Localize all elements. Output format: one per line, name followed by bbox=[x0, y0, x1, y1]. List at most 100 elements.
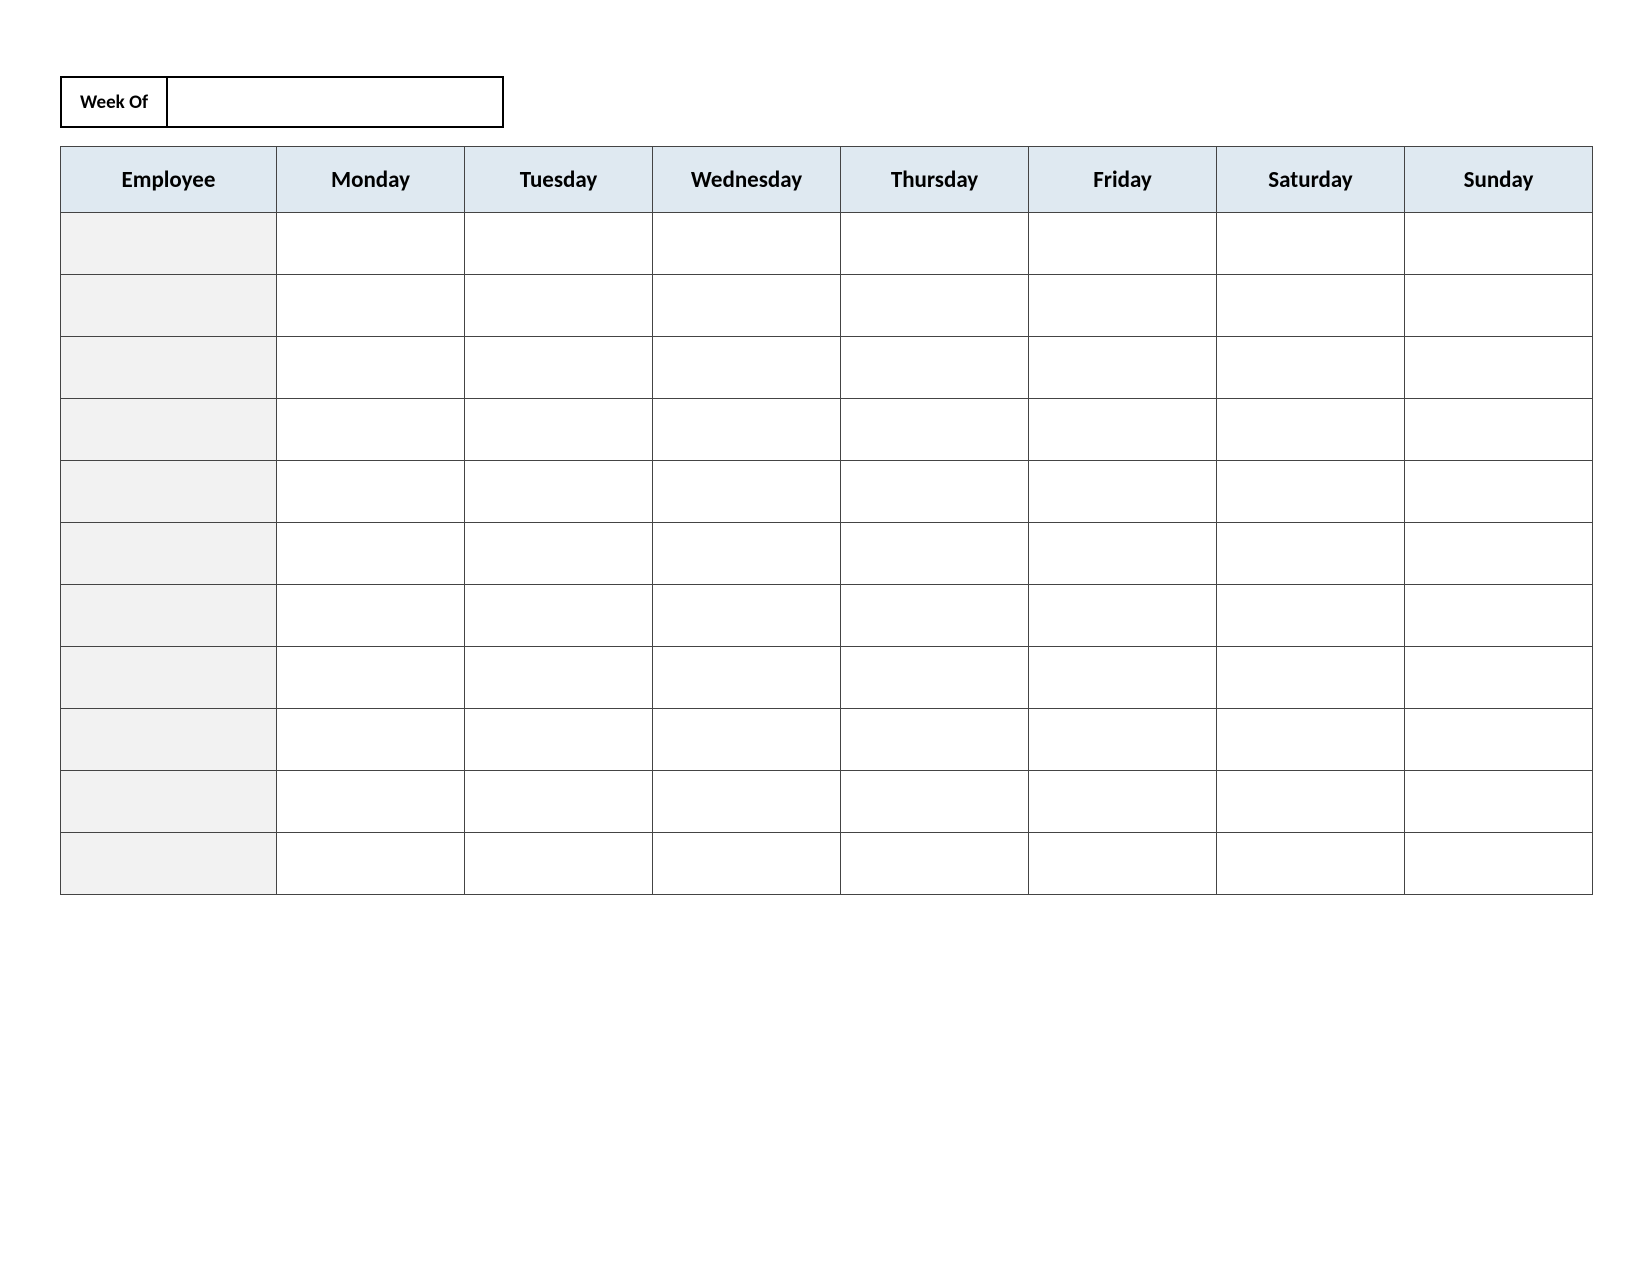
day-cell[interactable] bbox=[277, 275, 465, 337]
day-cell[interactable] bbox=[1029, 399, 1217, 461]
day-cell[interactable] bbox=[1405, 461, 1593, 523]
day-cell[interactable] bbox=[1217, 585, 1405, 647]
day-cell[interactable] bbox=[465, 833, 653, 895]
day-cell[interactable] bbox=[465, 275, 653, 337]
day-cell[interactable] bbox=[1029, 585, 1217, 647]
employee-cell[interactable] bbox=[61, 337, 277, 399]
employee-cell[interactable] bbox=[61, 399, 277, 461]
day-cell[interactable] bbox=[277, 461, 465, 523]
day-cell[interactable] bbox=[1405, 399, 1593, 461]
day-cell[interactable] bbox=[465, 647, 653, 709]
day-cell[interactable] bbox=[1029, 709, 1217, 771]
day-cell[interactable] bbox=[1405, 213, 1593, 275]
day-cell[interactable] bbox=[465, 461, 653, 523]
table-row bbox=[61, 337, 1593, 399]
day-cell[interactable] bbox=[1405, 523, 1593, 585]
day-cell[interactable] bbox=[277, 771, 465, 833]
employee-cell[interactable] bbox=[61, 647, 277, 709]
week-of-input[interactable] bbox=[168, 76, 504, 128]
employee-cell[interactable] bbox=[61, 709, 277, 771]
day-cell[interactable] bbox=[1217, 771, 1405, 833]
table-row bbox=[61, 709, 1593, 771]
day-cell[interactable] bbox=[653, 337, 841, 399]
day-cell[interactable] bbox=[277, 213, 465, 275]
day-cell[interactable] bbox=[1405, 833, 1593, 895]
employee-cell[interactable] bbox=[61, 461, 277, 523]
day-cell[interactable] bbox=[277, 585, 465, 647]
day-cell[interactable] bbox=[277, 523, 465, 585]
day-cell[interactable] bbox=[1029, 275, 1217, 337]
header-tuesday: Tuesday bbox=[465, 147, 653, 213]
schedule-table: Employee Monday Tuesday Wednesday Thursd… bbox=[60, 146, 1593, 895]
day-cell[interactable] bbox=[1405, 647, 1593, 709]
day-cell[interactable] bbox=[1029, 213, 1217, 275]
day-cell[interactable] bbox=[1217, 337, 1405, 399]
day-cell[interactable] bbox=[465, 709, 653, 771]
day-cell[interactable] bbox=[277, 833, 465, 895]
day-cell[interactable] bbox=[1217, 647, 1405, 709]
day-cell[interactable] bbox=[841, 213, 1029, 275]
header-sunday: Sunday bbox=[1405, 147, 1593, 213]
day-cell[interactable] bbox=[277, 399, 465, 461]
day-cell[interactable] bbox=[1405, 337, 1593, 399]
day-cell[interactable] bbox=[277, 709, 465, 771]
day-cell[interactable] bbox=[653, 399, 841, 461]
day-cell[interactable] bbox=[1217, 399, 1405, 461]
day-cell[interactable] bbox=[841, 399, 1029, 461]
day-cell[interactable] bbox=[653, 585, 841, 647]
week-of-box: Week Of bbox=[60, 76, 1590, 128]
week-of-label: Week Of bbox=[60, 76, 168, 128]
employee-cell[interactable] bbox=[61, 275, 277, 337]
day-cell[interactable] bbox=[465, 213, 653, 275]
day-cell[interactable] bbox=[841, 523, 1029, 585]
day-cell[interactable] bbox=[653, 647, 841, 709]
day-cell[interactable] bbox=[653, 709, 841, 771]
table-row bbox=[61, 833, 1593, 895]
day-cell[interactable] bbox=[1029, 461, 1217, 523]
day-cell[interactable] bbox=[1029, 833, 1217, 895]
day-cell[interactable] bbox=[653, 461, 841, 523]
table-row bbox=[61, 771, 1593, 833]
day-cell[interactable] bbox=[465, 585, 653, 647]
day-cell[interactable] bbox=[841, 709, 1029, 771]
day-cell[interactable] bbox=[1029, 771, 1217, 833]
day-cell[interactable] bbox=[653, 523, 841, 585]
table-row bbox=[61, 523, 1593, 585]
day-cell[interactable] bbox=[841, 461, 1029, 523]
day-cell[interactable] bbox=[1405, 771, 1593, 833]
day-cell[interactable] bbox=[841, 275, 1029, 337]
day-cell[interactable] bbox=[1405, 585, 1593, 647]
day-cell[interactable] bbox=[653, 213, 841, 275]
day-cell[interactable] bbox=[465, 399, 653, 461]
day-cell[interactable] bbox=[841, 337, 1029, 399]
table-row bbox=[61, 461, 1593, 523]
day-cell[interactable] bbox=[841, 647, 1029, 709]
day-cell[interactable] bbox=[1217, 523, 1405, 585]
day-cell[interactable] bbox=[1217, 213, 1405, 275]
day-cell[interactable] bbox=[653, 275, 841, 337]
day-cell[interactable] bbox=[1217, 275, 1405, 337]
day-cell[interactable] bbox=[465, 337, 653, 399]
employee-cell[interactable] bbox=[61, 585, 277, 647]
day-cell[interactable] bbox=[1217, 833, 1405, 895]
day-cell[interactable] bbox=[1405, 709, 1593, 771]
day-cell[interactable] bbox=[1217, 709, 1405, 771]
day-cell[interactable] bbox=[841, 833, 1029, 895]
employee-cell[interactable] bbox=[61, 523, 277, 585]
employee-cell[interactable] bbox=[61, 771, 277, 833]
employee-cell[interactable] bbox=[61, 833, 277, 895]
day-cell[interactable] bbox=[465, 771, 653, 833]
day-cell[interactable] bbox=[277, 647, 465, 709]
employee-cell[interactable] bbox=[61, 213, 277, 275]
day-cell[interactable] bbox=[1029, 647, 1217, 709]
day-cell[interactable] bbox=[841, 585, 1029, 647]
day-cell[interactable] bbox=[465, 523, 653, 585]
day-cell[interactable] bbox=[841, 771, 1029, 833]
day-cell[interactable] bbox=[1029, 337, 1217, 399]
day-cell[interactable] bbox=[653, 771, 841, 833]
day-cell[interactable] bbox=[1217, 461, 1405, 523]
day-cell[interactable] bbox=[277, 337, 465, 399]
day-cell[interactable] bbox=[653, 833, 841, 895]
day-cell[interactable] bbox=[1405, 275, 1593, 337]
day-cell[interactable] bbox=[1029, 523, 1217, 585]
